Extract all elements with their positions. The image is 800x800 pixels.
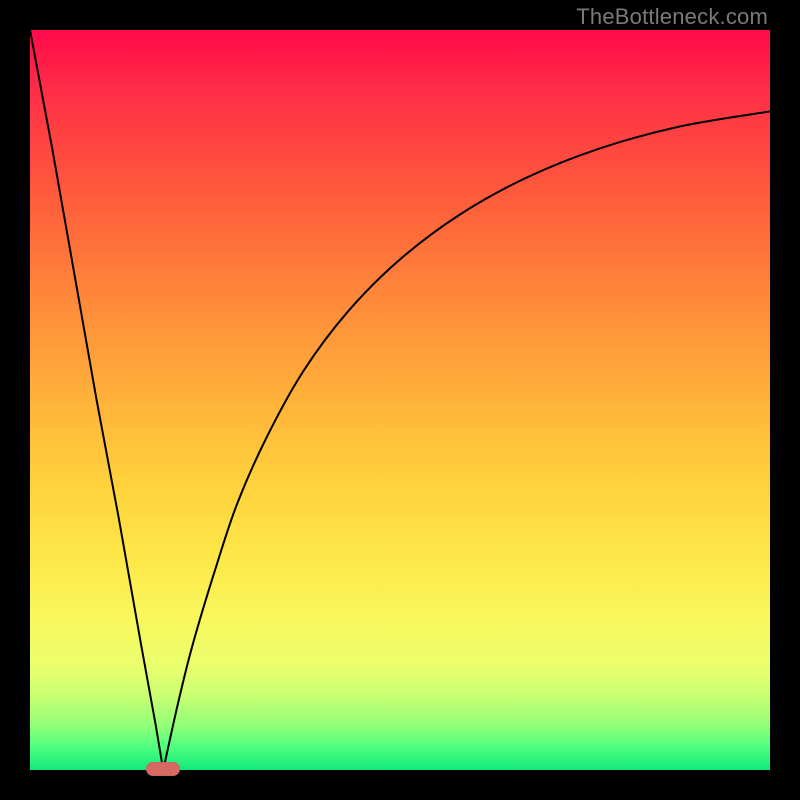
- optimum-marker: [146, 762, 180, 776]
- curve-right-branch: [163, 111, 770, 770]
- chart-frame: TheBottleneck.com: [0, 0, 800, 800]
- curve-left-branch: [30, 30, 163, 770]
- plot-area: [30, 30, 770, 770]
- watermark-text: TheBottleneck.com: [576, 4, 768, 30]
- bottleneck-curve: [30, 30, 770, 770]
